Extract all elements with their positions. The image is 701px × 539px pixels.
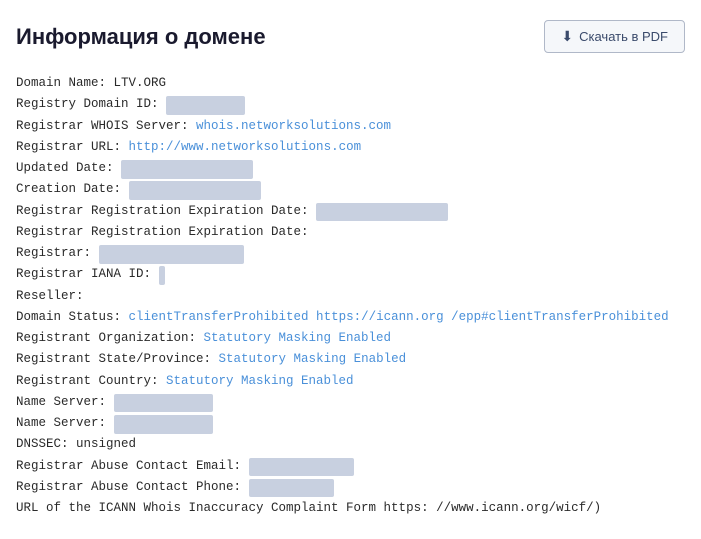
- whois-label: Reseller:: [16, 289, 91, 303]
- whois-value-blurred: 2021-05-01T00:00:000: [316, 203, 448, 222]
- whois-value-link[interactable]: http://www.networksolutions.com: [129, 140, 362, 154]
- whois-value-redacted: Statutory Masking Enabled: [204, 331, 392, 345]
- download-label: Скачать в PDF: [579, 29, 668, 44]
- page-title: Информация о домене: [16, 24, 266, 50]
- whois-value-link[interactable]: clientTransferProhibited https://icann.o…: [129, 310, 669, 324]
- whois-line: Domain Name: LTV.ORG: [16, 73, 685, 94]
- whois-label: Registrar Registration Expiration Date:: [16, 204, 316, 218]
- whois-line: Registrar Registration Expiration Date: …: [16, 201, 685, 222]
- whois-line: Registry Domain ID: 1234567-LROR: [16, 94, 685, 115]
- whois-value-blurred: abuse@netsol.com: [249, 458, 355, 477]
- whois-label: Registrant Country:: [16, 374, 166, 388]
- whois-line: Registrar: Network Solutions, Inc: [16, 243, 685, 264]
- whois-line: Registrant Country: Statutory Masking En…: [16, 371, 685, 392]
- whois-line: Creation Date: 1997-04-22T14:00:002: [16, 179, 685, 200]
- whois-value-blurred: 1997-04-22T14:00:002: [129, 181, 261, 200]
- whois-content: Domain Name: LTV.ORGRegistry Domain ID: …: [16, 73, 685, 519]
- whois-value-blurred: 2019-11-20T13:54:002: [121, 160, 253, 179]
- whois-label: URL of the ICANN Whois Inaccuracy Compla…: [16, 501, 436, 515]
- whois-label: Registry Domain ID:: [16, 97, 166, 111]
- whois-line: Domain Status: clientTransferProhibited …: [16, 307, 685, 328]
- whois-label: Domain Name:: [16, 76, 114, 90]
- whois-label: Registrar Registration Expiration Date:: [16, 225, 316, 239]
- whois-line: Registrant Organization: Statutory Maski…: [16, 328, 685, 349]
- whois-line: Name Server: ns1.example.com: [16, 392, 685, 413]
- whois-label: Registrar Abuse Contact Email:: [16, 459, 249, 473]
- whois-label: Domain Status:: [16, 310, 129, 324]
- whois-line: Registrar IANA ID: 2: [16, 264, 685, 285]
- whois-line: Registrar WHOIS Server: whois.networksol…: [16, 116, 685, 137]
- whois-value-blurred: 1234567-LROR: [166, 96, 245, 115]
- whois-label: Registrant State/Province:: [16, 352, 219, 366]
- whois-value-blurred: ns1.example.com: [114, 394, 213, 413]
- whois-label: Name Server:: [16, 395, 114, 409]
- whois-label: DNSSEC:: [16, 437, 76, 451]
- page-header: Информация о домене ⬇ Скачать в PDF: [16, 20, 685, 53]
- whois-line: Registrant State/Province: Statutory Mas…: [16, 349, 685, 370]
- whois-value-plain: unsigned: [76, 437, 136, 451]
- download-icon: ⬇: [561, 28, 573, 45]
- whois-line: Registrar Abuse Contact Email: abuse@net…: [16, 456, 685, 477]
- whois-label: Creation Date:: [16, 182, 129, 196]
- whois-label: Name Server:: [16, 416, 114, 430]
- whois-line: Reseller:: [16, 286, 685, 307]
- whois-label: Registrant Organization:: [16, 331, 204, 345]
- whois-line: Registrar URL: http://www.networksolutio…: [16, 137, 685, 158]
- whois-value-redacted: Statutory Masking Enabled: [166, 374, 354, 388]
- whois-label: Updated Date:: [16, 161, 121, 175]
- whois-line: Registrar Abuse Contact Phone: +1.800333…: [16, 477, 685, 498]
- whois-value-redacted: Statutory Masking Enabled: [219, 352, 407, 366]
- whois-value-blurred: Network Solutions, Inc: [99, 245, 244, 264]
- whois-label: Registrar URL:: [16, 140, 129, 154]
- whois-value-link[interactable]: whois.networksolutions.com: [196, 119, 391, 133]
- whois-value-plain: //www.icann.org/wicf/): [436, 501, 601, 515]
- whois-label: Registrar IANA ID:: [16, 267, 159, 281]
- whois-value-plain: LTV.ORG: [114, 76, 167, 90]
- whois-label: Registrar:: [16, 246, 99, 260]
- whois-label: Registrar WHOIS Server:: [16, 119, 196, 133]
- whois-line: Registrar Registration Expiration Date:: [16, 222, 685, 243]
- whois-value-blurred: 2: [159, 266, 166, 285]
- whois-line: Name Server: ns2.example.com: [16, 413, 685, 434]
- whois-line: Updated Date: 2019-11-20T13:54:002: [16, 158, 685, 179]
- whois-line: DNSSEC: unsigned: [16, 434, 685, 455]
- whois-value-blurred: ns2.example.com: [114, 415, 213, 434]
- whois-label: Registrar Abuse Contact Phone:: [16, 480, 249, 494]
- whois-line: URL of the ICANN Whois Inaccuracy Compla…: [16, 498, 685, 519]
- whois-value-blurred: +1.8003337680: [249, 479, 335, 498]
- download-pdf-button[interactable]: ⬇ Скачать в PDF: [544, 20, 685, 53]
